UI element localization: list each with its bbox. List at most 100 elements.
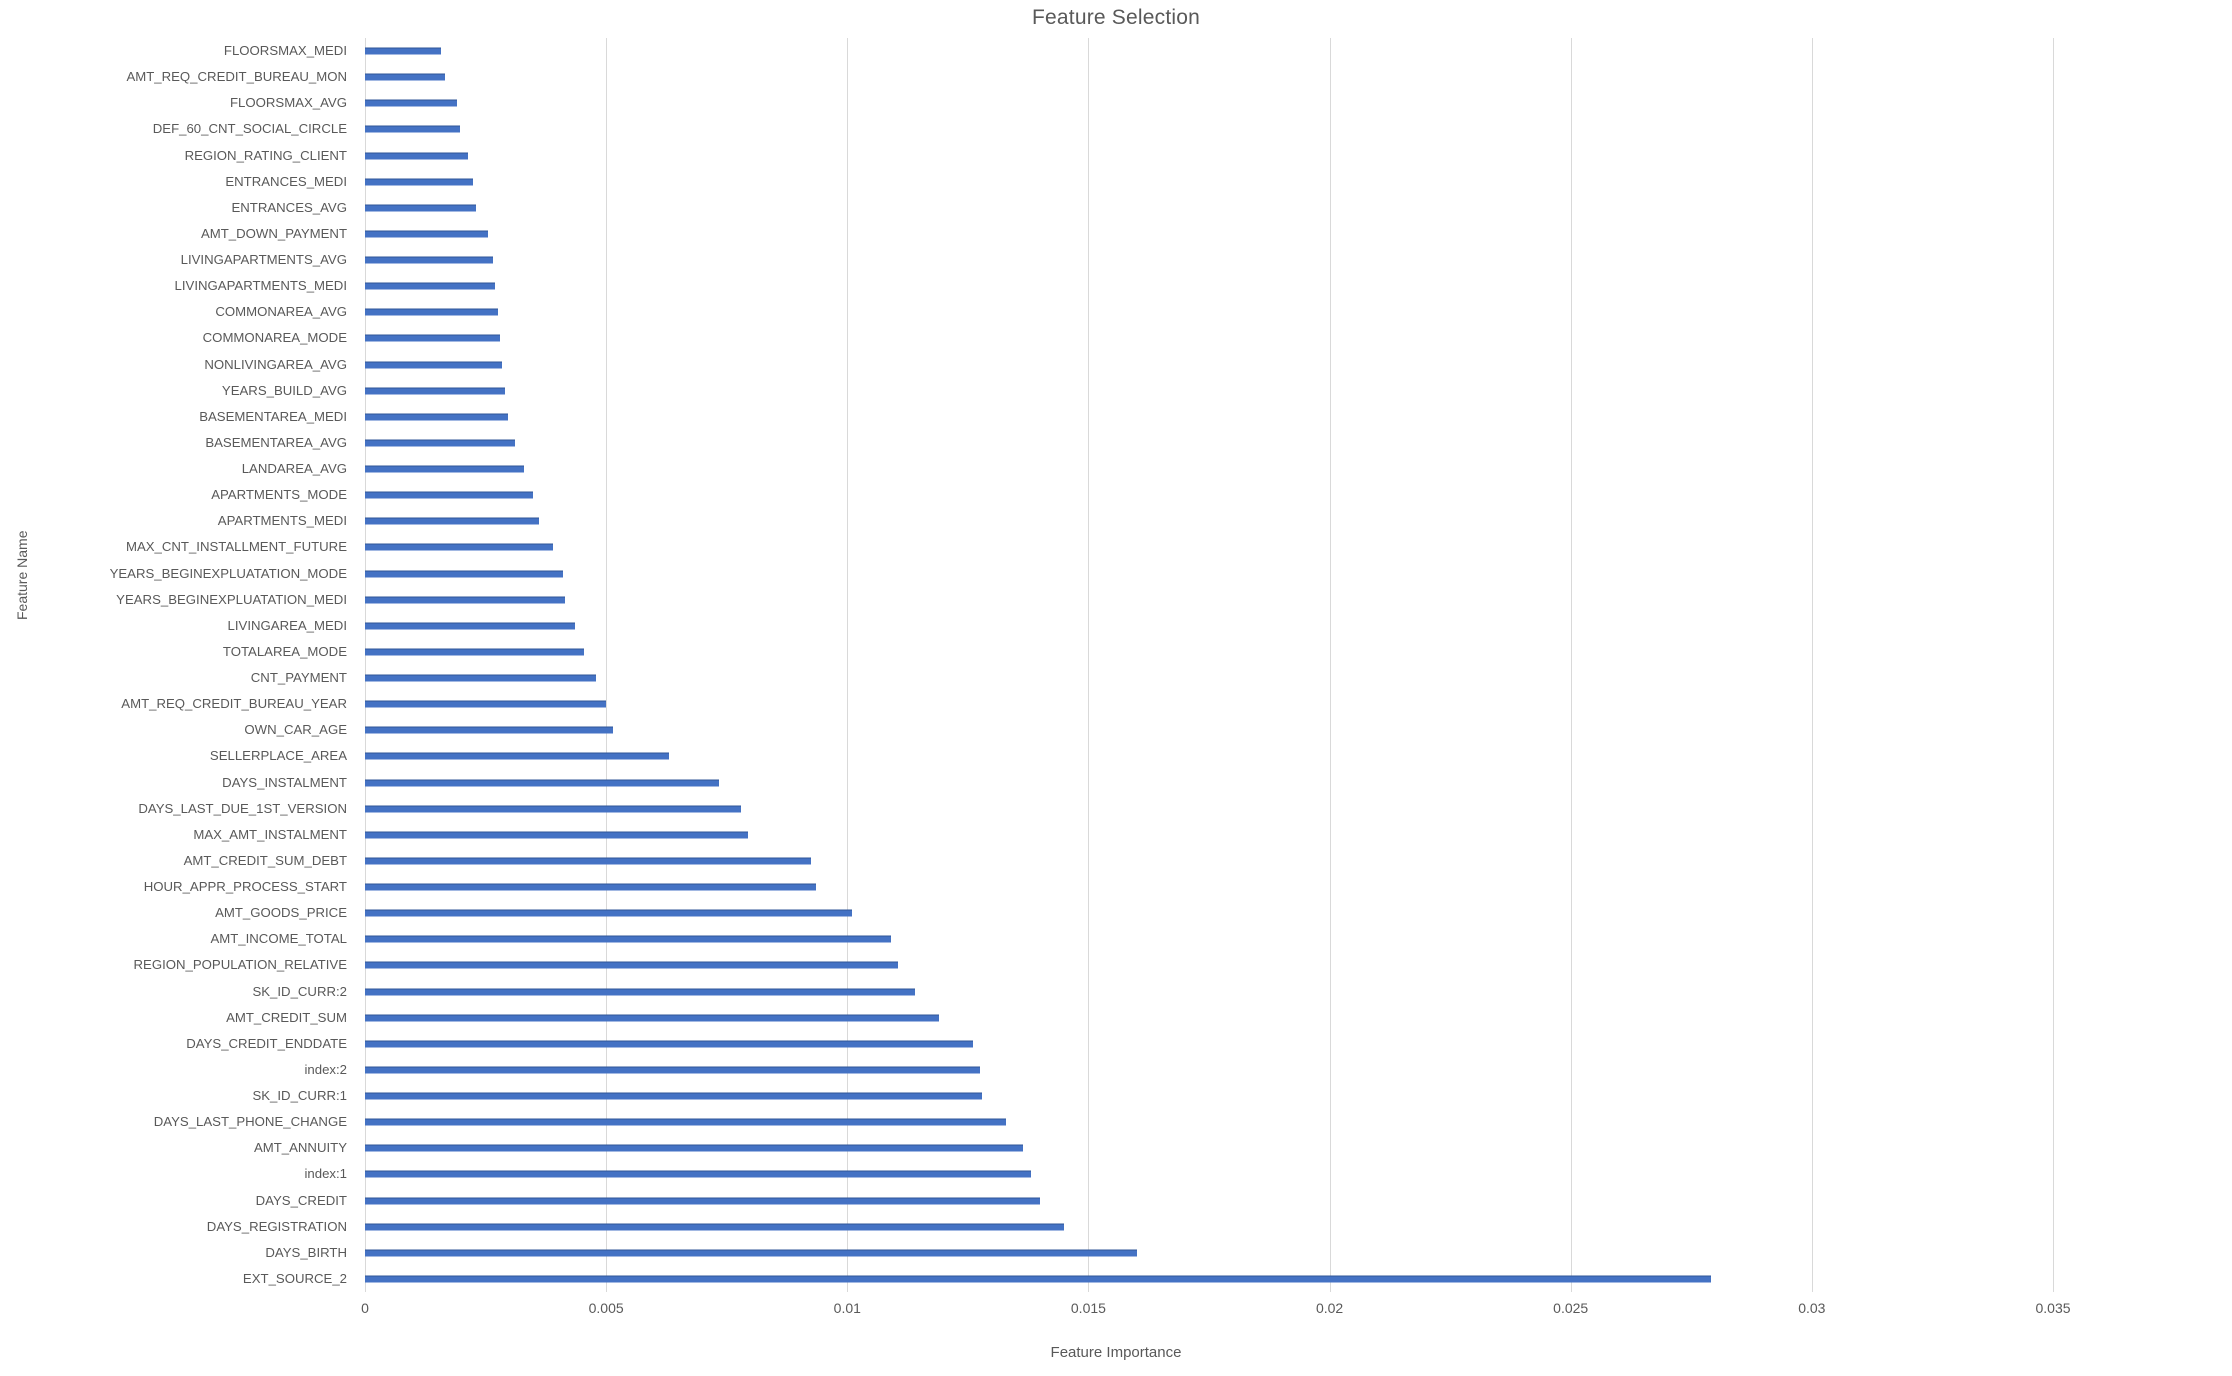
category-label: HOUR_APPR_PROCESS_START bbox=[143, 879, 347, 895]
bar[interactable] bbox=[365, 1223, 1065, 1231]
bar[interactable] bbox=[365, 543, 554, 551]
bar[interactable] bbox=[365, 596, 566, 604]
category-label: LIVINGAPARTMENTS_AVG bbox=[180, 252, 347, 268]
bar-row bbox=[365, 299, 2053, 325]
bar-row bbox=[365, 430, 2053, 456]
category-label: FLOORSMAX_AVG bbox=[229, 95, 347, 111]
bar[interactable] bbox=[365, 1249, 1137, 1257]
bar[interactable] bbox=[365, 988, 915, 996]
bar-row bbox=[365, 169, 2053, 195]
bar[interactable] bbox=[365, 1197, 1041, 1205]
category-label: YEARS_BUILD_AVG bbox=[221, 382, 347, 398]
bar-row bbox=[365, 874, 2053, 900]
bar-row bbox=[365, 221, 2053, 247]
bar[interactable] bbox=[365, 700, 607, 708]
gridline bbox=[2053, 38, 2054, 1292]
bar-row bbox=[365, 325, 2053, 351]
x-axis-title: Feature Importance bbox=[1050, 1344, 1182, 1361]
bar-row bbox=[365, 848, 2053, 874]
bar[interactable] bbox=[365, 779, 720, 787]
bar[interactable] bbox=[365, 361, 503, 369]
category-label: CNT_PAYMENT bbox=[250, 670, 347, 686]
bar[interactable] bbox=[365, 831, 749, 839]
bar[interactable] bbox=[365, 674, 597, 682]
category-label: NONLIVINGAREA_AVG bbox=[204, 356, 347, 372]
category-label: AMT_ANNUITY bbox=[253, 1140, 347, 1156]
bar-row bbox=[365, 770, 2053, 796]
bar-row bbox=[365, 900, 2053, 926]
bar[interactable] bbox=[365, 805, 742, 813]
bar[interactable] bbox=[365, 1144, 1024, 1152]
bar[interactable] bbox=[365, 622, 575, 630]
bar[interactable] bbox=[365, 909, 853, 917]
bar[interactable] bbox=[365, 282, 496, 290]
bar-row bbox=[365, 1188, 2053, 1214]
bar[interactable] bbox=[365, 1092, 983, 1100]
category-label: DAYS_INSTALMENT bbox=[222, 774, 347, 790]
bar[interactable] bbox=[365, 857, 812, 865]
category-label: LANDAREA_AVG bbox=[241, 461, 347, 477]
bar[interactable] bbox=[365, 439, 516, 447]
x-tick-label: 0.025 bbox=[1553, 1300, 1589, 1316]
bar[interactable] bbox=[365, 1066, 980, 1074]
bar[interactable] bbox=[365, 570, 563, 578]
bar[interactable] bbox=[365, 334, 500, 342]
bar-row bbox=[365, 926, 2053, 952]
bar-row bbox=[365, 979, 2053, 1005]
bar[interactable] bbox=[365, 465, 525, 473]
category-label: BASEMENTAREA_AVG bbox=[205, 434, 347, 450]
bar-row bbox=[365, 534, 2053, 560]
bar-row bbox=[365, 952, 2053, 978]
bar[interactable] bbox=[365, 1118, 1007, 1126]
bar[interactable] bbox=[365, 204, 477, 212]
bar[interactable] bbox=[365, 1275, 1711, 1283]
bar[interactable] bbox=[365, 413, 509, 421]
category-label: DAYS_LAST_DUE_1ST_VERSION bbox=[138, 800, 347, 816]
bar[interactable] bbox=[365, 1170, 1031, 1178]
bar[interactable] bbox=[365, 517, 539, 525]
bar[interactable] bbox=[365, 47, 442, 55]
bar[interactable] bbox=[365, 648, 585, 656]
bar[interactable] bbox=[365, 935, 891, 943]
bar[interactable] bbox=[365, 152, 469, 160]
category-label: DAYS_CREDIT bbox=[255, 1192, 347, 1208]
bar[interactable] bbox=[365, 1040, 973, 1048]
bar[interactable] bbox=[365, 178, 474, 186]
category-label: OWN_CAR_AGE bbox=[244, 722, 347, 738]
bar-row bbox=[365, 1266, 2053, 1292]
bar-row bbox=[365, 378, 2053, 404]
y-axis-title: Feature Name bbox=[14, 530, 30, 620]
bar[interactable] bbox=[365, 99, 457, 107]
bar[interactable] bbox=[365, 230, 488, 238]
bar[interactable] bbox=[365, 125, 460, 133]
bar-row bbox=[365, 1161, 2053, 1187]
bar-row bbox=[365, 822, 2053, 848]
bar-row bbox=[365, 717, 2053, 743]
bar[interactable] bbox=[365, 308, 498, 316]
bar[interactable] bbox=[365, 1014, 939, 1022]
bar-row bbox=[365, 561, 2053, 587]
category-label: YEARS_BEGINEXPLUATATION_MEDI bbox=[116, 591, 347, 607]
bar[interactable] bbox=[365, 387, 505, 395]
bar-row bbox=[365, 691, 2053, 717]
bar[interactable] bbox=[365, 961, 898, 969]
category-label: LIVINGAREA_MEDI bbox=[227, 617, 347, 633]
bar-row bbox=[365, 195, 2053, 221]
bar-row bbox=[365, 90, 2053, 116]
category-label: REGION_POPULATION_RELATIVE bbox=[133, 957, 348, 973]
bar-row bbox=[365, 352, 2053, 378]
bar-row bbox=[365, 1031, 2053, 1057]
category-label: DAYS_BIRTH bbox=[265, 1244, 347, 1260]
bar[interactable] bbox=[365, 883, 816, 891]
bar[interactable] bbox=[365, 491, 533, 499]
category-label: COMMONAREA_AVG bbox=[215, 304, 347, 320]
bar-row bbox=[365, 587, 2053, 613]
category-label: DEF_60_CNT_SOCIAL_CIRCLE bbox=[152, 121, 347, 137]
bar[interactable] bbox=[365, 73, 445, 81]
bar[interactable] bbox=[365, 752, 669, 760]
bar-row bbox=[365, 116, 2053, 142]
category-label: APARTMENTS_MEDI bbox=[217, 513, 347, 529]
bar[interactable] bbox=[365, 256, 493, 264]
bar[interactable] bbox=[365, 726, 614, 734]
category-label: AMT_REQ_CREDIT_BUREAU_YEAR bbox=[121, 696, 347, 712]
